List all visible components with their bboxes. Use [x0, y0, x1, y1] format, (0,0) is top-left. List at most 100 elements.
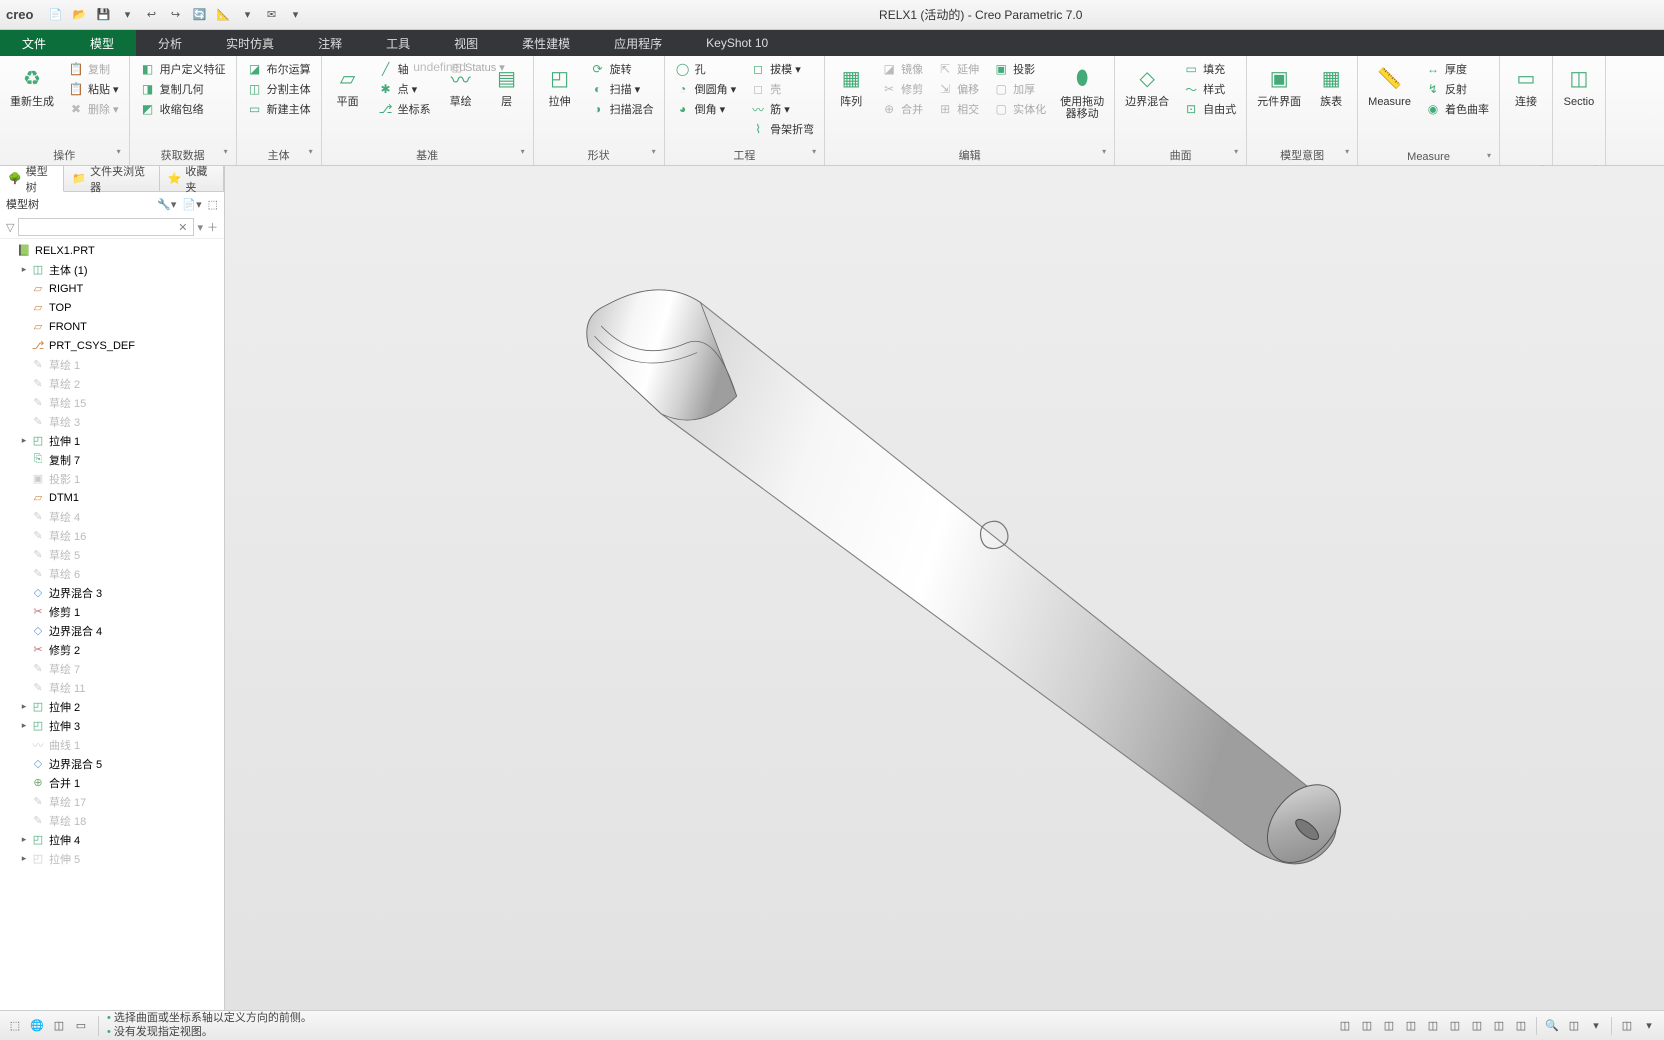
rg4-c2[interactable]: ◑扫描混合 [586, 100, 658, 118]
status-right-btn-10[interactable]: 🔍 [1543, 1017, 1561, 1035]
status-right-btn-15[interactable]: ▾ [1640, 1017, 1658, 1035]
ribbon-tab-0[interactable]: 模型 [68, 30, 136, 56]
status-right-btn-2[interactable]: ◫ [1380, 1017, 1398, 1035]
tree-tool-0[interactable]: 🔧▾ [157, 198, 176, 211]
graphics-canvas[interactable] [225, 166, 1664, 1010]
tree-node-16[interactable]: ✎草绘 5 [0, 545, 224, 564]
qat-btn-0[interactable]: 📄 [47, 7, 63, 23]
qat-btn-6[interactable]: 🔄 [191, 7, 207, 23]
rg5-c2-2[interactable]: 〰筋 ▾ [746, 100, 818, 118]
status-right-btn-3[interactable]: ◫ [1402, 1017, 1420, 1035]
rg9-big0[interactable]: 📏Measure [1364, 60, 1415, 149]
status-right-btn-4[interactable]: ◫ [1424, 1017, 1442, 1035]
ribbon-group-label-2[interactable]: 主体 [243, 145, 315, 165]
rg9-c2[interactable]: ◉着色曲率 [1421, 100, 1493, 118]
ribbon-tab-5[interactable]: 视图 [432, 30, 500, 56]
qat-btn-8[interactable]: ▾ [239, 7, 255, 23]
tree-node-8[interactable]: ✎草绘 15 [0, 393, 224, 412]
rg2-c1[interactable]: ◫分割主体 [243, 80, 315, 98]
tree-node-23[interactable]: ✎草绘 11 [0, 678, 224, 697]
ribbon-group-label-9[interactable]: Measure [1364, 149, 1493, 165]
rg0-c1[interactable]: 📋粘贴 ▾ [64, 80, 123, 98]
rg4-c1[interactable]: ◐扫描 ▾ [586, 80, 658, 98]
ribbon-group-label-1[interactable]: 获取数据 [136, 145, 230, 165]
rg6-c3-0[interactable]: ▣投影 [989, 60, 1050, 78]
add-icon[interactable]: ＋ [207, 219, 218, 235]
tree-node-18[interactable]: ◇边界混合 3 [0, 583, 224, 602]
rg4-big0[interactable]: ◰拉伸 [540, 60, 580, 145]
tree-node-24[interactable]: ▸◰拉伸 2 [0, 697, 224, 716]
tree-node-21[interactable]: ✂修剪 2 [0, 640, 224, 659]
tree-node-5[interactable]: ⎇PRT_CSYS_DEF [0, 336, 224, 355]
status-right-btn-0[interactable]: ◫ [1336, 1017, 1354, 1035]
tree-node-13[interactable]: ▱DTM1 [0, 488, 224, 507]
ribbon-group-label-0[interactable]: 操作 [6, 145, 123, 165]
rg4-c0[interactable]: ⟳旋转 [586, 60, 658, 78]
qat-btn-3[interactable]: ▾ [119, 7, 135, 23]
status-right-btn-14[interactable]: ◫ [1618, 1017, 1636, 1035]
rg5-c1-0[interactable]: ◯孔 [671, 60, 741, 78]
rg8-big1[interactable]: ▦族表 [1311, 60, 1351, 145]
tree-node-27[interactable]: ◇边界混合 5 [0, 754, 224, 773]
status-left-btn-2[interactable]: ◫ [50, 1017, 68, 1035]
rg7-c0[interactable]: ▭填充 [1179, 60, 1240, 78]
rg7-c2[interactable]: ⊡自由式 [1179, 100, 1240, 118]
tree-node-3[interactable]: ▱TOP [0, 298, 224, 317]
status-left-btn-3[interactable]: ▭ [72, 1017, 90, 1035]
rg5-c2-0[interactable]: ◻拔模 ▾ [746, 60, 818, 78]
tree-node-11[interactable]: ⎘复制 7 [0, 450, 224, 469]
tree-node-12[interactable]: ▣投影 1 [0, 469, 224, 488]
tree-node-28[interactable]: ⊕合并 1 [0, 773, 224, 792]
rg5-c1-2[interactable]: ◕倒角 ▾ [671, 100, 741, 118]
ribbon-tab-6[interactable]: 柔性建模 [500, 30, 592, 56]
filter-input[interactable] [18, 218, 194, 236]
tree-node-32[interactable]: ▸◰拉伸 5 [0, 849, 224, 868]
qat-btn-5[interactable]: ↪ [167, 7, 183, 23]
clear-filter-icon[interactable]: ✕ [178, 221, 187, 234]
rg3-big0[interactable]: ▱平面 [328, 60, 368, 145]
ribbon-tab-7[interactable]: 应用程序 [592, 30, 684, 56]
tree-node-6[interactable]: ✎草绘 1 [0, 355, 224, 374]
qat-btn-4[interactable]: ↩ [143, 7, 159, 23]
ribbon-group-label-3[interactable]: 基准 [328, 145, 527, 165]
rg9-c1[interactable]: ↯反射 [1421, 80, 1493, 98]
tree-node-22[interactable]: ✎草绘 7 [0, 659, 224, 678]
ribbon-group-label-11[interactable] [1559, 161, 1599, 165]
filter-icon[interactable]: ▽ [6, 221, 14, 234]
ribbon-group-label-8[interactable]: 模型意图 [1253, 145, 1351, 165]
ribbon-tab-4[interactable]: 工具 [364, 30, 432, 56]
tree-expand-10[interactable]: ▸ [18, 435, 30, 446]
ribbon-group-label-6[interactable]: 编辑 [831, 145, 1108, 165]
tree-tool-2[interactable]: ⬚ [208, 198, 218, 211]
rg5-c1-1[interactable]: ◔倒圆角 ▾ [671, 80, 741, 98]
tree-node-19[interactable]: ✂修剪 1 [0, 602, 224, 621]
rg11-big0[interactable]: ◫Sectio [1559, 60, 1599, 161]
ribbon-tab-3[interactable]: 注释 [296, 30, 364, 56]
status-right-btn-8[interactable]: ◫ [1512, 1017, 1530, 1035]
ribbon-group-label-4[interactable]: 形状 [540, 145, 658, 165]
tree-expand-25[interactable]: ▸ [18, 720, 30, 731]
rg8-big0[interactable]: ▣元件界面 [1253, 60, 1305, 145]
rg1-c0[interactable]: ◧用户定义特征 [136, 60, 230, 78]
rg1-c2[interactable]: ◩收缩包络 [136, 100, 230, 118]
status-right-btn-6[interactable]: ◫ [1468, 1017, 1486, 1035]
tree-node-7[interactable]: ✎草绘 2 [0, 374, 224, 393]
tree-node-4[interactable]: ▱FRONT [0, 317, 224, 336]
tree-node-1[interactable]: ▸◫主体 (1) [0, 260, 224, 279]
rg0-big0[interactable]: ♻重新生成 [6, 60, 58, 145]
tree-node-17[interactable]: ✎草绘 6 [0, 564, 224, 583]
status-left-btn-0[interactable]: ⬚ [6, 1017, 24, 1035]
tree-tool-1[interactable]: 📄▾ [182, 198, 201, 211]
rg6-big0[interactable]: ▦阵列 [831, 60, 871, 145]
ribbon-group-label-7[interactable]: 曲面 [1121, 145, 1240, 165]
ribbon-group-label-5[interactable]: 工程 [671, 145, 819, 165]
tree-node-26[interactable]: 〰曲线 1 [0, 735, 224, 754]
status-right-btn-11[interactable]: ◫ [1565, 1017, 1583, 1035]
model-tree[interactable]: 📗RELX1.PRT▸◫主体 (1)▱RIGHT▱TOP▱FRONT⎇PRT_C… [0, 239, 224, 1010]
ribbon-group-label-10[interactable] [1506, 161, 1546, 165]
rg7-c1[interactable]: 〜样式 [1179, 80, 1240, 98]
qat-btn-1[interactable]: 📂 [71, 7, 87, 23]
tree-node-15[interactable]: ✎草绘 16 [0, 526, 224, 545]
status-right-btn-1[interactable]: ◫ [1358, 1017, 1376, 1035]
ribbon-tab-8[interactable]: KeyShot 10 [684, 30, 790, 56]
